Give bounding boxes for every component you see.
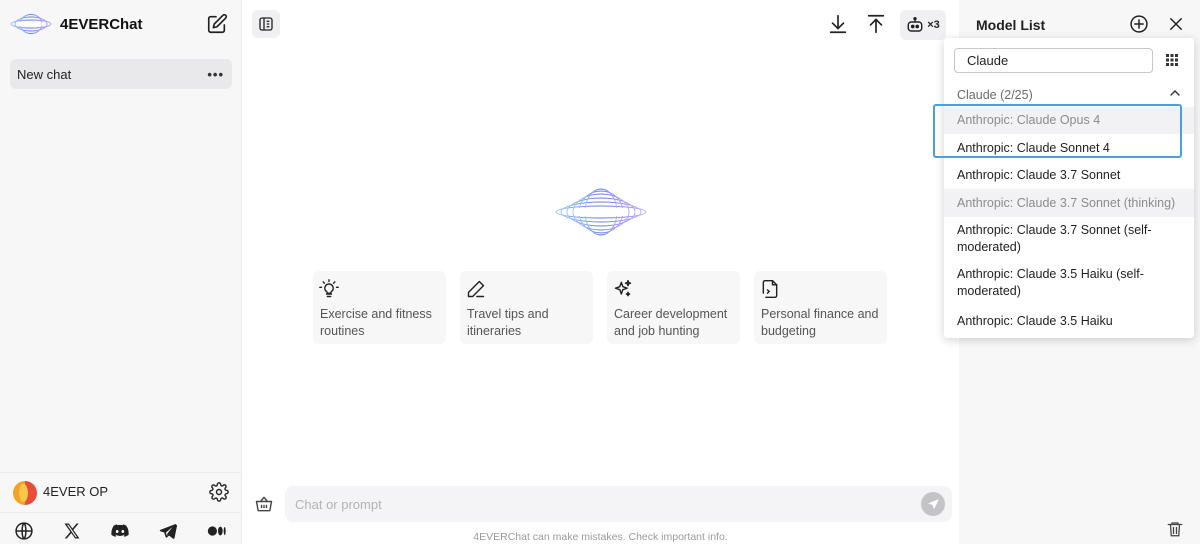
- prompt-card-text: Travel tips and itineraries: [467, 307, 549, 338]
- account-row: 4EVER OP: [0, 472, 242, 510]
- finance-file-icon: [762, 279, 778, 299]
- prompt-card-text: Exercise and fitness routines: [320, 307, 432, 338]
- model-option[interactable]: Anthropic: Claude 3.7 Sonnet: [944, 162, 1194, 189]
- x-twitter-icon[interactable]: [62, 521, 82, 541]
- model-option[interactable]: Anthropic: Claude 3.5 Haiku: [944, 307, 1194, 335]
- social-links: [0, 512, 242, 544]
- model-group-claude[interactable]: Claude (2/25): [957, 86, 1181, 102]
- brand-title: 4EVERChat: [60, 15, 143, 33]
- model-option[interactable]: Anthropic: Claude 3.7 Sonnet (self-moder…: [944, 218, 1194, 260]
- model-option[interactable]: Anthropic: Claude 3.5 Haiku (self-modera…: [944, 262, 1194, 304]
- prompt-card-fitness[interactable]: Exercise and fitness routines: [313, 271, 446, 344]
- globe-icon[interactable]: [14, 521, 34, 541]
- chat-input[interactable]: [285, 486, 952, 522]
- trash-icon[interactable]: [1166, 519, 1184, 539]
- close-icon[interactable]: [1167, 15, 1185, 33]
- left-sidebar: 4EVERChat New chat ••• 4EVER OP: [0, 0, 242, 544]
- model-count: ×3: [927, 19, 940, 31]
- model-dropdown: Claude (2/25) Anthropic: Claude Opus 4 A…: [944, 38, 1194, 338]
- model-option[interactable]: Anthropic: Claude Opus 4: [944, 107, 1194, 134]
- chevron-up-icon: [1170, 90, 1180, 96]
- telegram-icon[interactable]: [158, 521, 178, 541]
- model-option-label: Anthropic: Claude 3.7 Sonnet (thinking): [957, 195, 1176, 210]
- 4ever-center-logo-icon: [555, 188, 647, 236]
- prompt-card-text: Career development and job hunting: [614, 307, 728, 338]
- brand[interactable]: 4EVERChat: [10, 12, 143, 36]
- account-name: 4EVER OP: [43, 484, 109, 499]
- model-option-label: Anthropic: Claude 3.5 Haiku: [957, 313, 1113, 328]
- new-chat-icon[interactable]: [206, 13, 228, 35]
- chat-item-label: New chat: [17, 66, 72, 82]
- upload-icon[interactable]: [865, 13, 887, 35]
- sidebar-toggle-button[interactable]: [252, 10, 280, 38]
- model-option-label: Anthropic: Claude Sonnet 4: [957, 140, 1110, 155]
- lightbulb-icon: [319, 279, 339, 298]
- model-option[interactable]: Anthropic: Claude Sonnet 4: [944, 134, 1194, 162]
- model-group-label: Claude (2/25): [957, 88, 1033, 102]
- more-options-icon[interactable]: •••: [207, 67, 224, 82]
- medium-icon[interactable]: [207, 521, 227, 541]
- model-option-label: Anthropic: Claude 3.5 Haiku (self-modera…: [957, 267, 1144, 298]
- pen-icon: [467, 280, 485, 298]
- prompt-card-text: Personal finance and budgeting: [761, 307, 879, 338]
- model-option[interactable]: Anthropic: Claude 3.7 Sonnet (thinking): [944, 189, 1194, 217]
- gear-icon[interactable]: [209, 482, 229, 502]
- chat-item-new-chat[interactable]: New chat •••: [10, 59, 232, 89]
- model-option-label: Anthropic: Claude 3.7 Sonnet (self-moder…: [957, 223, 1152, 254]
- send-button[interactable]: [921, 492, 945, 516]
- sidebar-panel-icon: [259, 17, 273, 31]
- panel-title: Model List: [976, 17, 1046, 33]
- disclaimer: 4EVERChat can make mistakes. Check impor…: [473, 531, 728, 543]
- model-option-label: Anthropic: Claude 3.7 Sonnet: [957, 168, 1121, 182]
- 4ever-logo-icon: [10, 14, 52, 34]
- download-icon[interactable]: [827, 13, 849, 35]
- add-model-icon[interactable]: [1129, 14, 1149, 34]
- robot-icon: [907, 16, 923, 32]
- model-search-input[interactable]: [954, 48, 1153, 73]
- basket-icon[interactable]: [254, 494, 274, 514]
- model-option-label: Anthropic: Claude Opus 4: [957, 113, 1101, 127]
- sparkles-icon: [614, 279, 632, 297]
- grid-icon[interactable]: [1166, 54, 1178, 66]
- prompt-card-career[interactable]: Career development and job hunting: [607, 271, 740, 344]
- prompt-card-finance[interactable]: Personal finance and budgeting: [754, 271, 887, 344]
- model-count-button[interactable]: ×3: [900, 10, 946, 40]
- main-area: ×3 Exercise and fitness routines Travel …: [242, 0, 959, 544]
- avatar[interactable]: [13, 481, 37, 505]
- discord-icon[interactable]: [110, 521, 130, 541]
- send-icon: [927, 498, 939, 509]
- prompt-card-travel[interactable]: Travel tips and itineraries: [460, 271, 593, 344]
